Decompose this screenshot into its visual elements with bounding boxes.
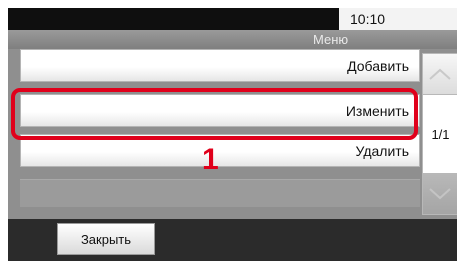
bottom-bar: Закрыть bbox=[8, 219, 457, 261]
menu-item-label: Добавить bbox=[347, 57, 409, 74]
scroll-up-button[interactable] bbox=[422, 53, 457, 95]
status-area bbox=[8, 8, 339, 30]
title-bar: Меню bbox=[8, 30, 457, 49]
highlight-frame bbox=[11, 88, 418, 140]
menu-item-add[interactable]: Добавить bbox=[20, 49, 420, 82]
menu-item-label: Удалить bbox=[355, 142, 409, 159]
close-button[interactable]: Закрыть bbox=[57, 223, 155, 255]
page-indicator: 1/1 bbox=[422, 95, 457, 173]
page-title: Меню bbox=[313, 32, 349, 47]
chevron-down-icon bbox=[429, 188, 451, 200]
scroll-down-button[interactable] bbox=[422, 173, 457, 215]
empty-row bbox=[20, 179, 420, 207]
status-bar: 10:10 bbox=[8, 8, 457, 30]
clock: 10:10 bbox=[350, 11, 386, 27]
chevron-up-icon bbox=[429, 68, 451, 80]
callout-number: 1 bbox=[202, 143, 219, 176]
